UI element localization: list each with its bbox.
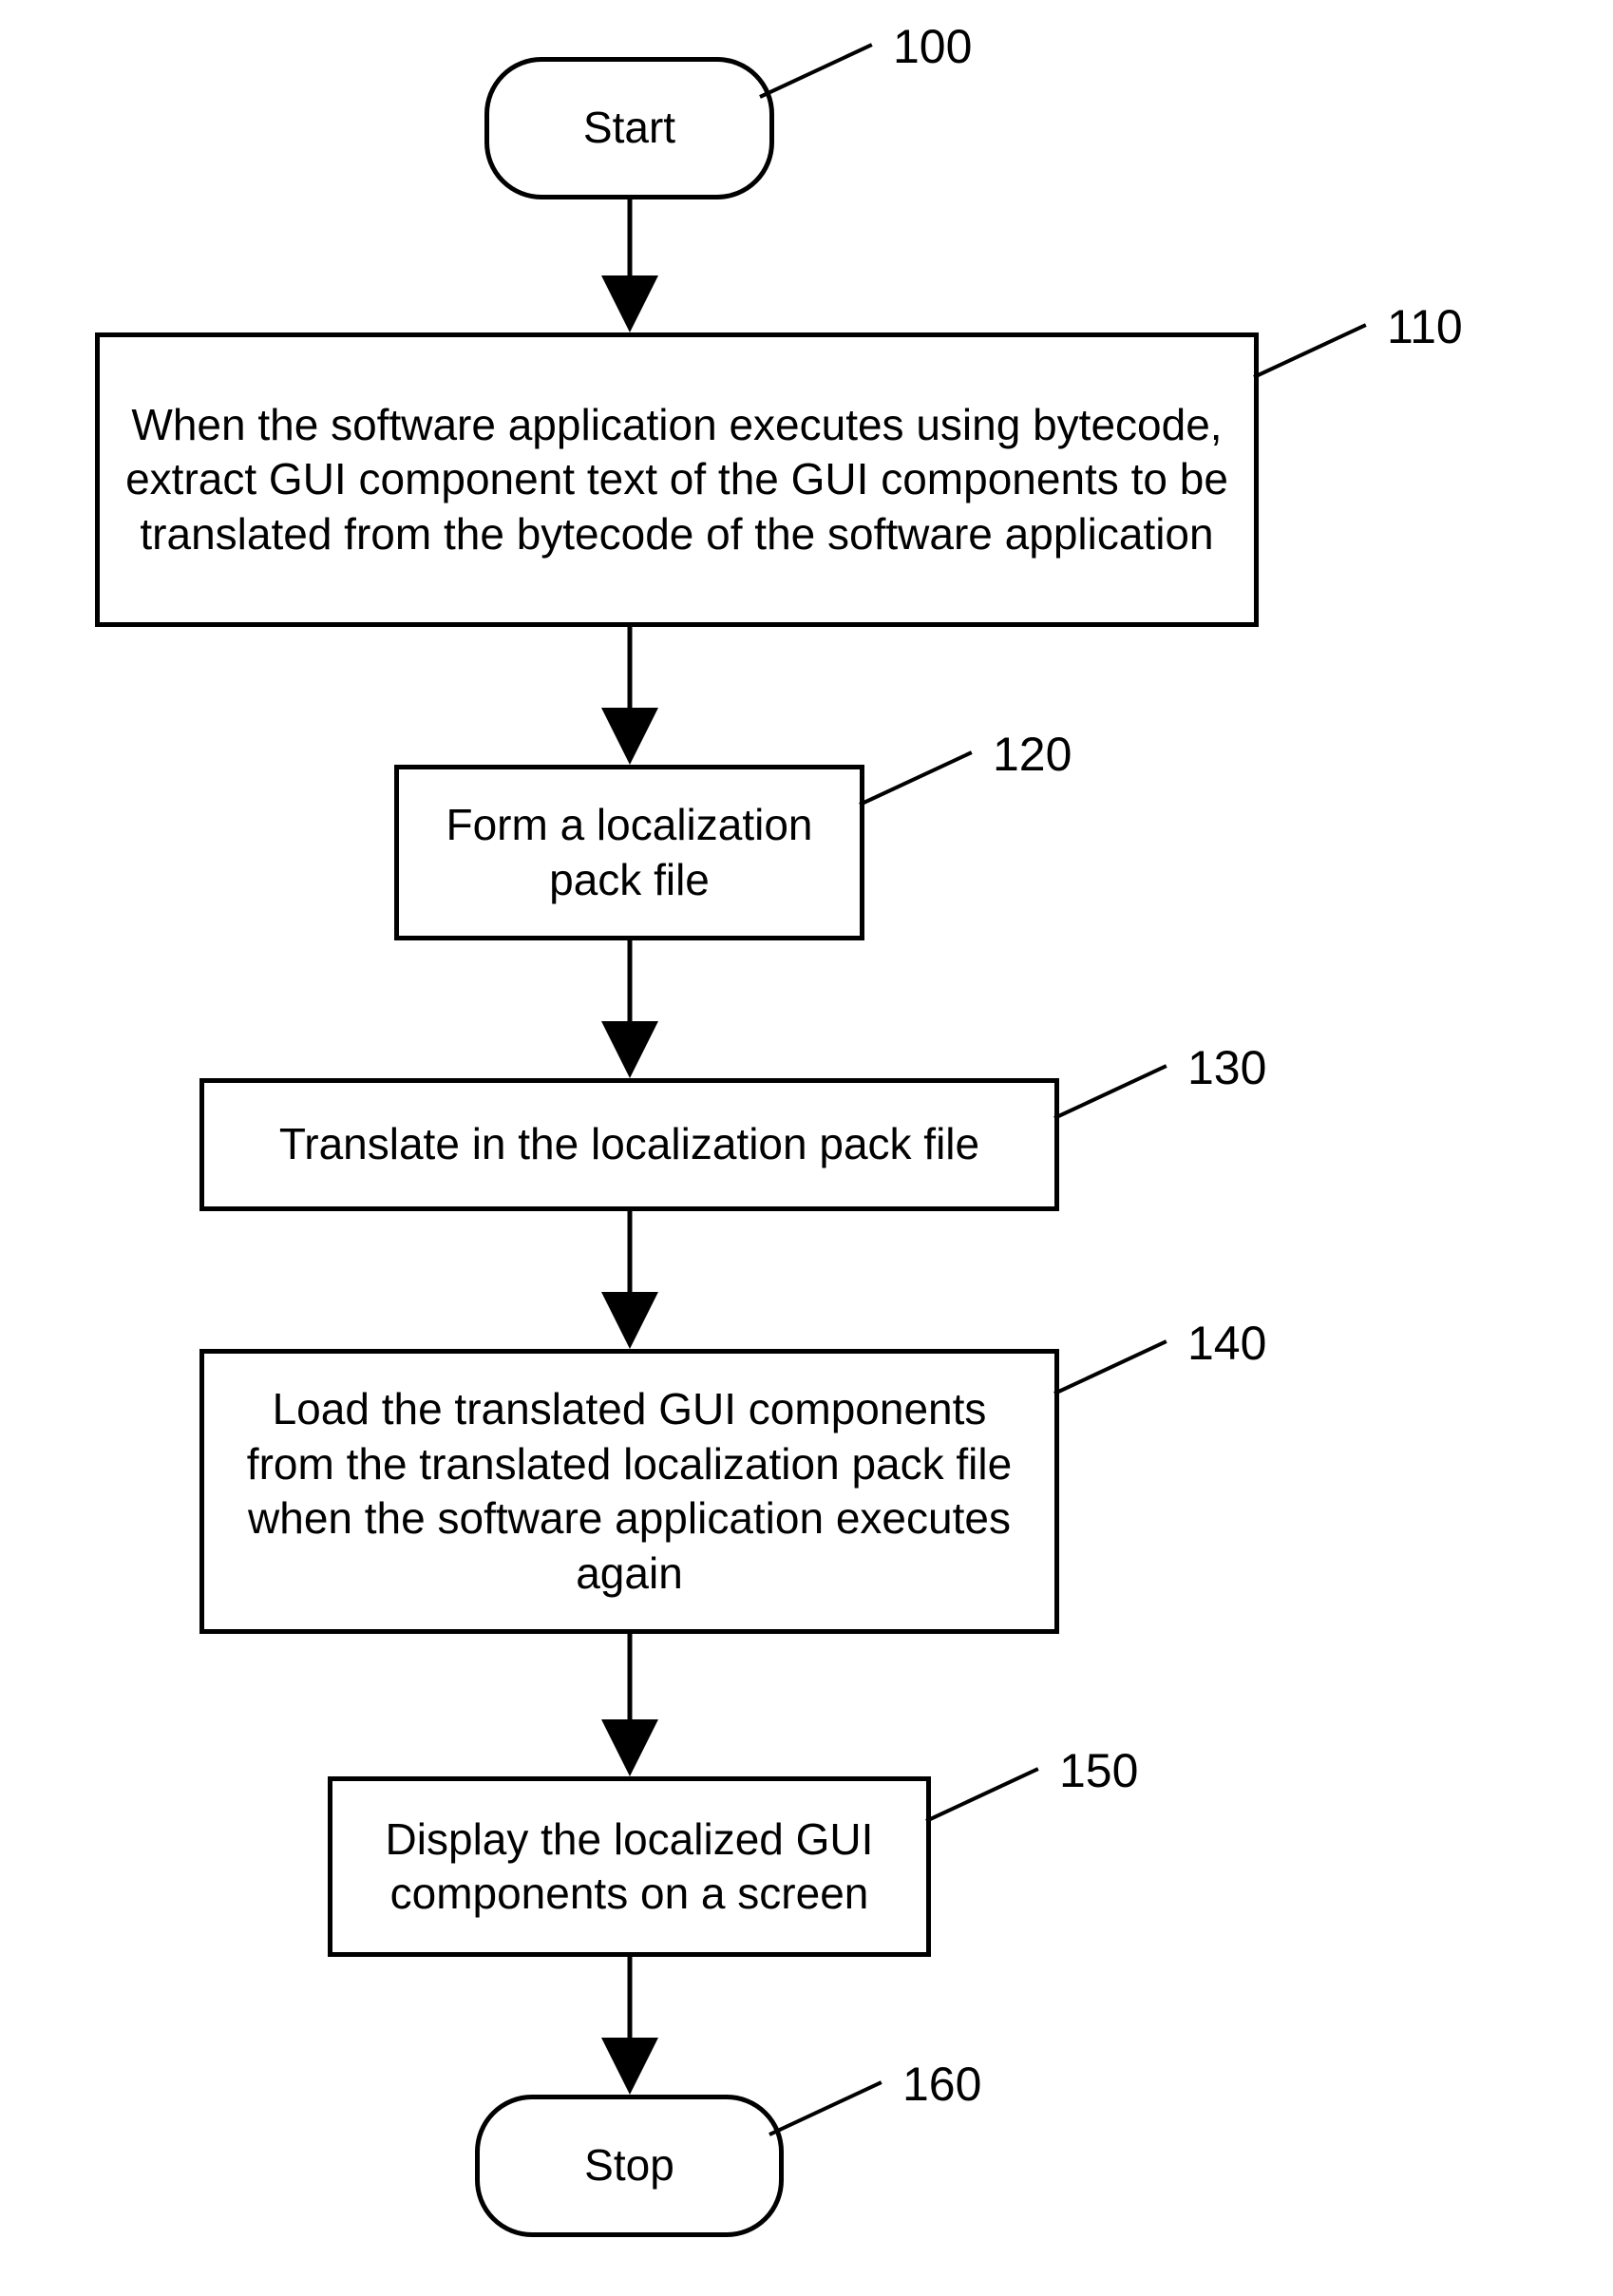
step-130: Translate in the localization pack file	[199, 1078, 1059, 1211]
step-stop: Stop	[475, 2095, 784, 2237]
leader-110	[1253, 323, 1367, 379]
label-160: 160	[902, 2057, 981, 2112]
step-150: Display the localized GUI components on …	[328, 1776, 931, 1957]
flowchart-canvas: Start 100 When the software application …	[0, 0, 1613, 2296]
label-120: 120	[993, 727, 1072, 782]
step-stop-text: Stop	[584, 2138, 674, 2193]
leader-100	[759, 43, 873, 99]
step-120-text: Form a localization pack file	[418, 798, 841, 907]
step-110: When the software application executes u…	[95, 332, 1259, 627]
step-110-text: When the software application executes u…	[119, 398, 1235, 562]
leader-150	[925, 1767, 1039, 1823]
step-120: Form a localization pack file	[394, 765, 864, 940]
step-150-text: Display the localized GUI components on …	[351, 1812, 907, 1922]
label-110: 110	[1387, 299, 1463, 354]
step-start-text: Start	[583, 101, 675, 156]
step-140-text: Load the translated GUI components from …	[223, 1382, 1035, 1601]
label-150: 150	[1059, 1743, 1138, 1798]
step-140: Load the translated GUI components from …	[199, 1349, 1059, 1634]
leader-140	[1053, 1339, 1167, 1395]
step-start: Start	[484, 57, 774, 199]
leader-130	[1053, 1064, 1167, 1120]
label-130: 130	[1187, 1040, 1266, 1095]
label-100: 100	[893, 19, 972, 74]
leader-160	[769, 2080, 882, 2136]
step-130-text: Translate in the localization pack file	[279, 1117, 979, 1172]
label-140: 140	[1187, 1316, 1266, 1371]
leader-120	[859, 750, 973, 806]
